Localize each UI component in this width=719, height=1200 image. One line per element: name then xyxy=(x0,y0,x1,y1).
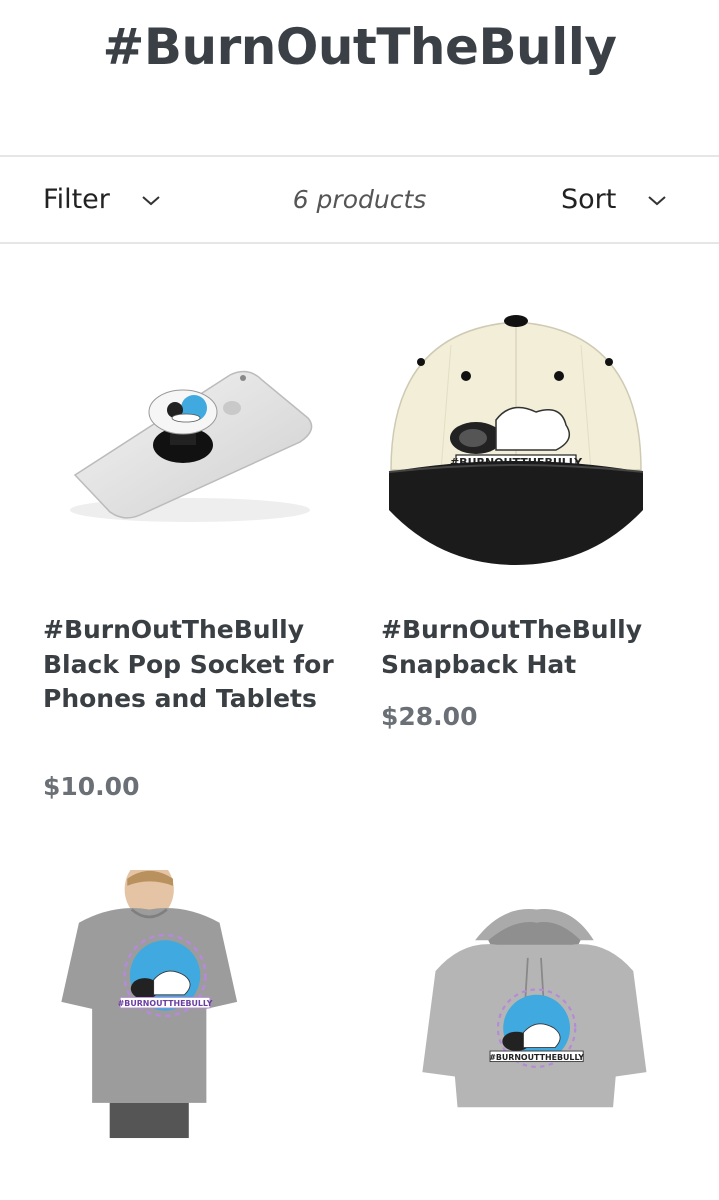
product-price: $10.00 xyxy=(43,772,140,801)
tshirt-image[interactable]: #BURNOUTTHEBULLY xyxy=(0,870,360,1160)
phone-pop-socket-image[interactable] xyxy=(0,300,360,590)
svg-text:#BURNOUTTHEBULLY: #BURNOUTTHEBULLY xyxy=(118,999,213,1008)
chevron-down-icon xyxy=(648,195,667,205)
collection-toolbar: Filter 6 products Sort xyxy=(0,155,719,244)
product-price: $28.00 xyxy=(381,702,478,731)
product-title[interactable]: #BurnOutTheBully Snapback Hat xyxy=(381,613,681,682)
svg-text:#BURNOUTTHEBULLY: #BURNOUTTHEBULLY xyxy=(489,1053,584,1062)
filter-label: Filter xyxy=(43,184,110,215)
page-title: #BurnOutTheBully xyxy=(102,18,617,76)
hoodie-image[interactable]: #BURNOUTTHEBULLY xyxy=(361,870,719,1160)
sort-label: Sort xyxy=(561,184,617,215)
filter-button[interactable]: Filter xyxy=(43,157,162,242)
sort-button[interactable]: Sort xyxy=(561,157,668,242)
snapback-hat-image[interactable]: #BURNOUTTHEBULLY xyxy=(361,300,719,590)
chevron-down-icon xyxy=(142,195,160,205)
product-title[interactable]: #BurnOutTheBully Black Pop Socket for Ph… xyxy=(43,613,343,717)
